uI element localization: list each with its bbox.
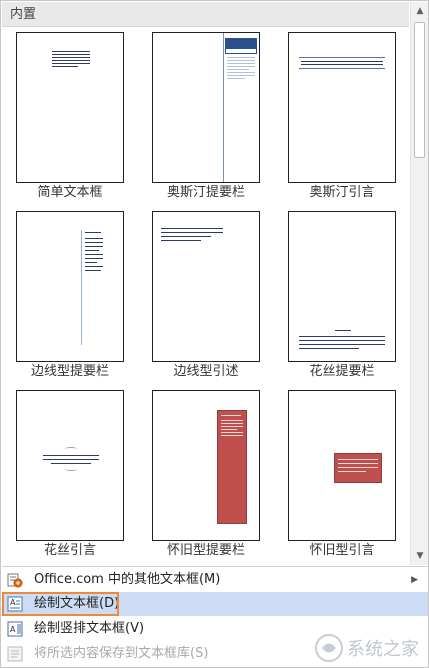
thumbnail-austin-quote: [288, 32, 396, 183]
textbox-gallery: 简单文本框 奥斯汀提要栏 奥斯汀引言 边线型提要栏 边线型引述 花丝提要栏 花丝…: [2, 27, 409, 565]
watermark-logo: 系统之家: [313, 631, 427, 665]
watermark-text: 系统之家: [347, 639, 419, 660]
save-to-gallery-icon: [7, 646, 23, 662]
thumbnail-filigree-quote: [16, 390, 124, 541]
draw-textbox-highlight: [2, 592, 119, 616]
svg-text:A: A: [10, 625, 16, 634]
gallery-item-simple-textbox[interactable]: 简单文本框: [2, 27, 134, 207]
gallery-item-retro-sidebar[interactable]: 怀旧型提要栏: [138, 385, 270, 565]
gallery-item-filigree-quote[interactable]: 花丝引言: [2, 385, 134, 565]
thumbnail-retro-sidebar: [152, 390, 260, 541]
gallery-item-label: 边线型引述: [173, 364, 239, 379]
submenu-arrow-icon: ▶: [411, 575, 418, 585]
gallery-item-retro-quote[interactable]: 怀旧型引言: [274, 385, 406, 565]
draw-vertical-textbox-icon: A: [7, 621, 23, 637]
gallery-item-label: 奥斯汀引言: [309, 185, 375, 200]
thumbnail-retro-quote: [288, 390, 396, 541]
gallery-item-edge-sidebar[interactable]: 边线型提要栏: [2, 206, 134, 386]
menu-divider: [2, 566, 428, 567]
gallery-item-filigree-sidebar[interactable]: 花丝提要栏: [274, 206, 406, 386]
gallery-section-header: 内置: [2, 2, 409, 27]
gallery-item-label: 花丝引言: [43, 543, 96, 558]
gallery-item-austin-quote[interactable]: 奥斯汀引言: [274, 27, 406, 207]
gallery-item-label: 简单文本框: [37, 185, 103, 200]
textbox-gallery-dropdown: 内置 简单文本框 奥斯汀提要栏 奥斯汀引言 边线型提要栏 边线型引述 花丝提要栏…: [0, 0, 429, 668]
gallery-item-austin-sidebar[interactable]: 奥斯汀提要栏: [138, 27, 270, 207]
gallery-item-label: 怀旧型引言: [309, 543, 375, 558]
thumbnail-filigree-sidebar: [288, 211, 396, 362]
gallery-item-label: 奥斯汀提要栏: [166, 185, 245, 200]
thumbnail-edge-sidebar: [16, 211, 124, 362]
scrollbar-thumb[interactable]: [414, 22, 425, 158]
scroll-up-icon[interactable]: ▲: [411, 2, 429, 20]
thumbnail-austin-sidebar: [152, 32, 260, 183]
thumbnail-edge-quote: [152, 211, 260, 362]
gallery-scrollbar[interactable]: ▲ ▼: [410, 2, 428, 565]
gallery-item-label: 花丝提要栏: [309, 364, 375, 379]
more-textboxes-office-com-item[interactable]: Office.com 中的其他文本框(M) ▶: [2, 568, 428, 592]
scroll-down-icon[interactable]: ▼: [411, 547, 429, 565]
gallery-item-label: 怀旧型提要栏: [166, 543, 245, 558]
menu-item-label: Office.com 中的其他文本框(M): [34, 572, 221, 587]
thumbnail-simple-textbox: [16, 32, 124, 183]
office-com-icon: [7, 572, 23, 588]
menu-item-label: 绘制竖排文本框(V): [34, 621, 145, 636]
gallery-item-edge-quote[interactable]: 边线型引述: [138, 206, 270, 386]
menu-item-label: 将所选内容保存到文本框库(S): [34, 646, 209, 661]
gallery-item-label: 边线型提要栏: [30, 364, 109, 379]
